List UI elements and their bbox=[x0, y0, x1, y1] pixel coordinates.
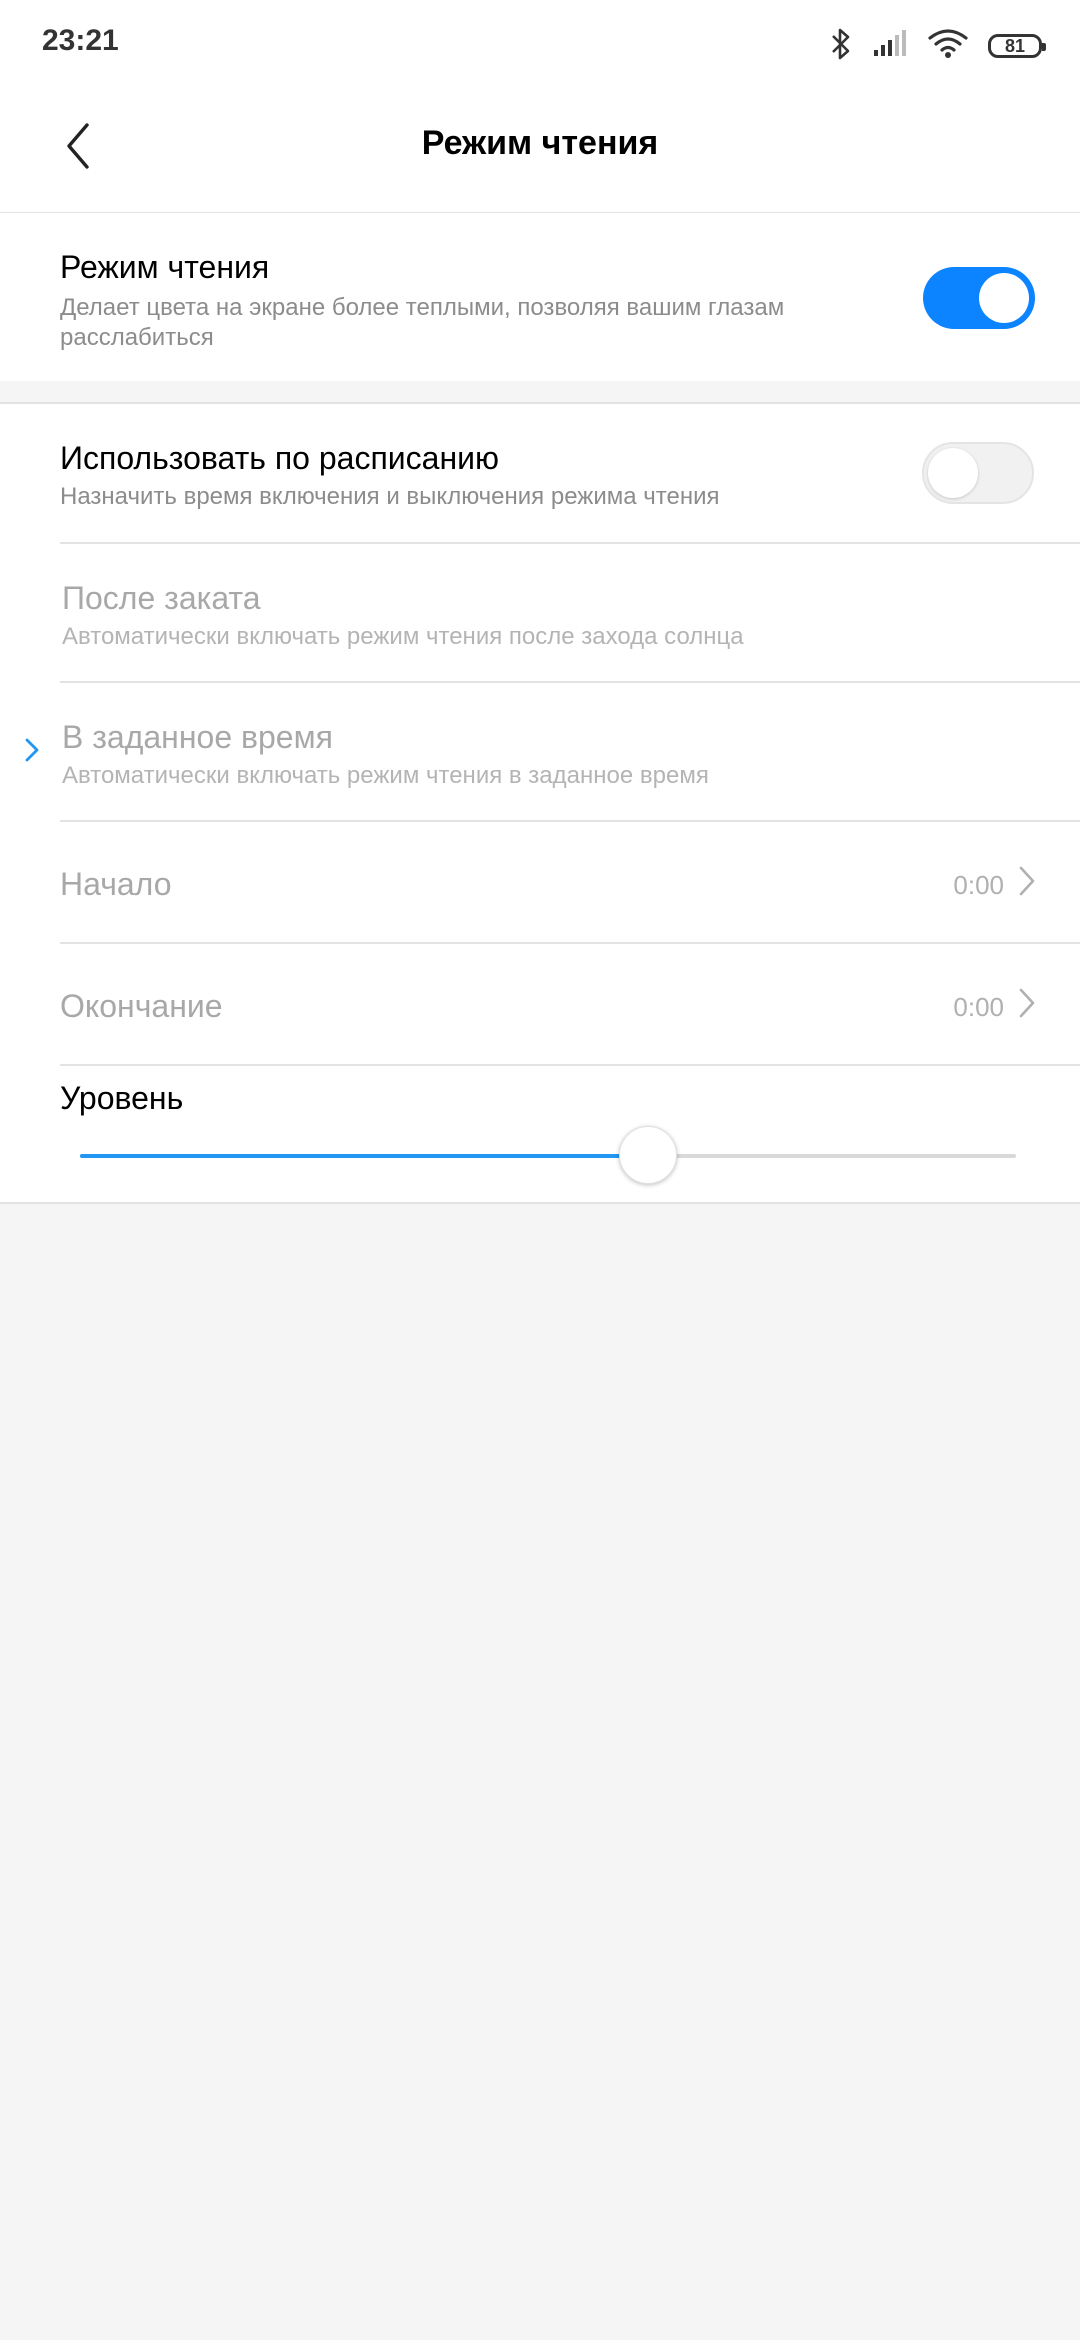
divider bbox=[60, 942, 1080, 944]
reading-mode-section: Режим чтения Делает цвета на экране боле… bbox=[0, 213, 1080, 381]
status-bar: 23:21 81 bbox=[0, 0, 1080, 90]
schedule-subtitle: Назначить время включения и выключения р… bbox=[60, 483, 720, 510]
signal-icon bbox=[872, 29, 908, 63]
page-title: Режим чтения bbox=[421, 124, 659, 162]
end-time-label: Окончание bbox=[60, 988, 223, 1024]
bluetooth-icon bbox=[830, 27, 852, 66]
divider bbox=[60, 681, 1080, 683]
chevron-right-icon bbox=[1018, 986, 1036, 1025]
reading-mode-title: Режим чтения bbox=[60, 249, 270, 285]
schedule-section: Использовать по расписанию Назначить вре… bbox=[0, 402, 1080, 1204]
schedule-title: Использовать по расписанию bbox=[60, 440, 499, 476]
start-time-value: 0:00 bbox=[953, 870, 1004, 900]
chevron-right-icon bbox=[24, 736, 40, 769]
chevron-right-icon bbox=[1018, 864, 1036, 903]
status-time: 23:21 bbox=[42, 24, 119, 57]
schedule-toggle[interactable] bbox=[922, 442, 1034, 504]
option-custom-time-title: В заданное время bbox=[62, 719, 333, 755]
toggle-knob bbox=[979, 273, 1029, 323]
status-icons: 81 bbox=[810, 26, 1046, 66]
divider bbox=[60, 1064, 1080, 1066]
level-slider[interactable] bbox=[80, 1126, 1016, 1184]
divider bbox=[60, 542, 1080, 544]
level-slider-fill bbox=[80, 1154, 649, 1158]
start-time-label: Начало bbox=[60, 866, 172, 902]
battery-level: 81 bbox=[1004, 35, 1026, 56]
reading-mode-toggle[interactable] bbox=[923, 267, 1035, 329]
wifi-icon bbox=[928, 28, 968, 64]
app-header: Режим чтения bbox=[0, 90, 1080, 214]
divider bbox=[60, 820, 1080, 822]
level-label: Уровень bbox=[60, 1080, 184, 1116]
toggle-knob bbox=[928, 448, 978, 498]
level-slider-thumb[interactable] bbox=[619, 1126, 678, 1184]
option-custom-time-subtitle: Автоматически включать режим чтения в за… bbox=[62, 762, 709, 789]
reading-mode-subtitle: Делает цвета на экране более теплыми, по… bbox=[60, 294, 785, 351]
option-sunset-subtitle: Автоматически включать режим чтения посл… bbox=[62, 623, 744, 650]
option-sunset-title: После заката bbox=[62, 580, 261, 616]
end-time-value: 0:00 bbox=[953, 992, 1004, 1022]
battery-icon: 81 bbox=[988, 34, 1046, 58]
